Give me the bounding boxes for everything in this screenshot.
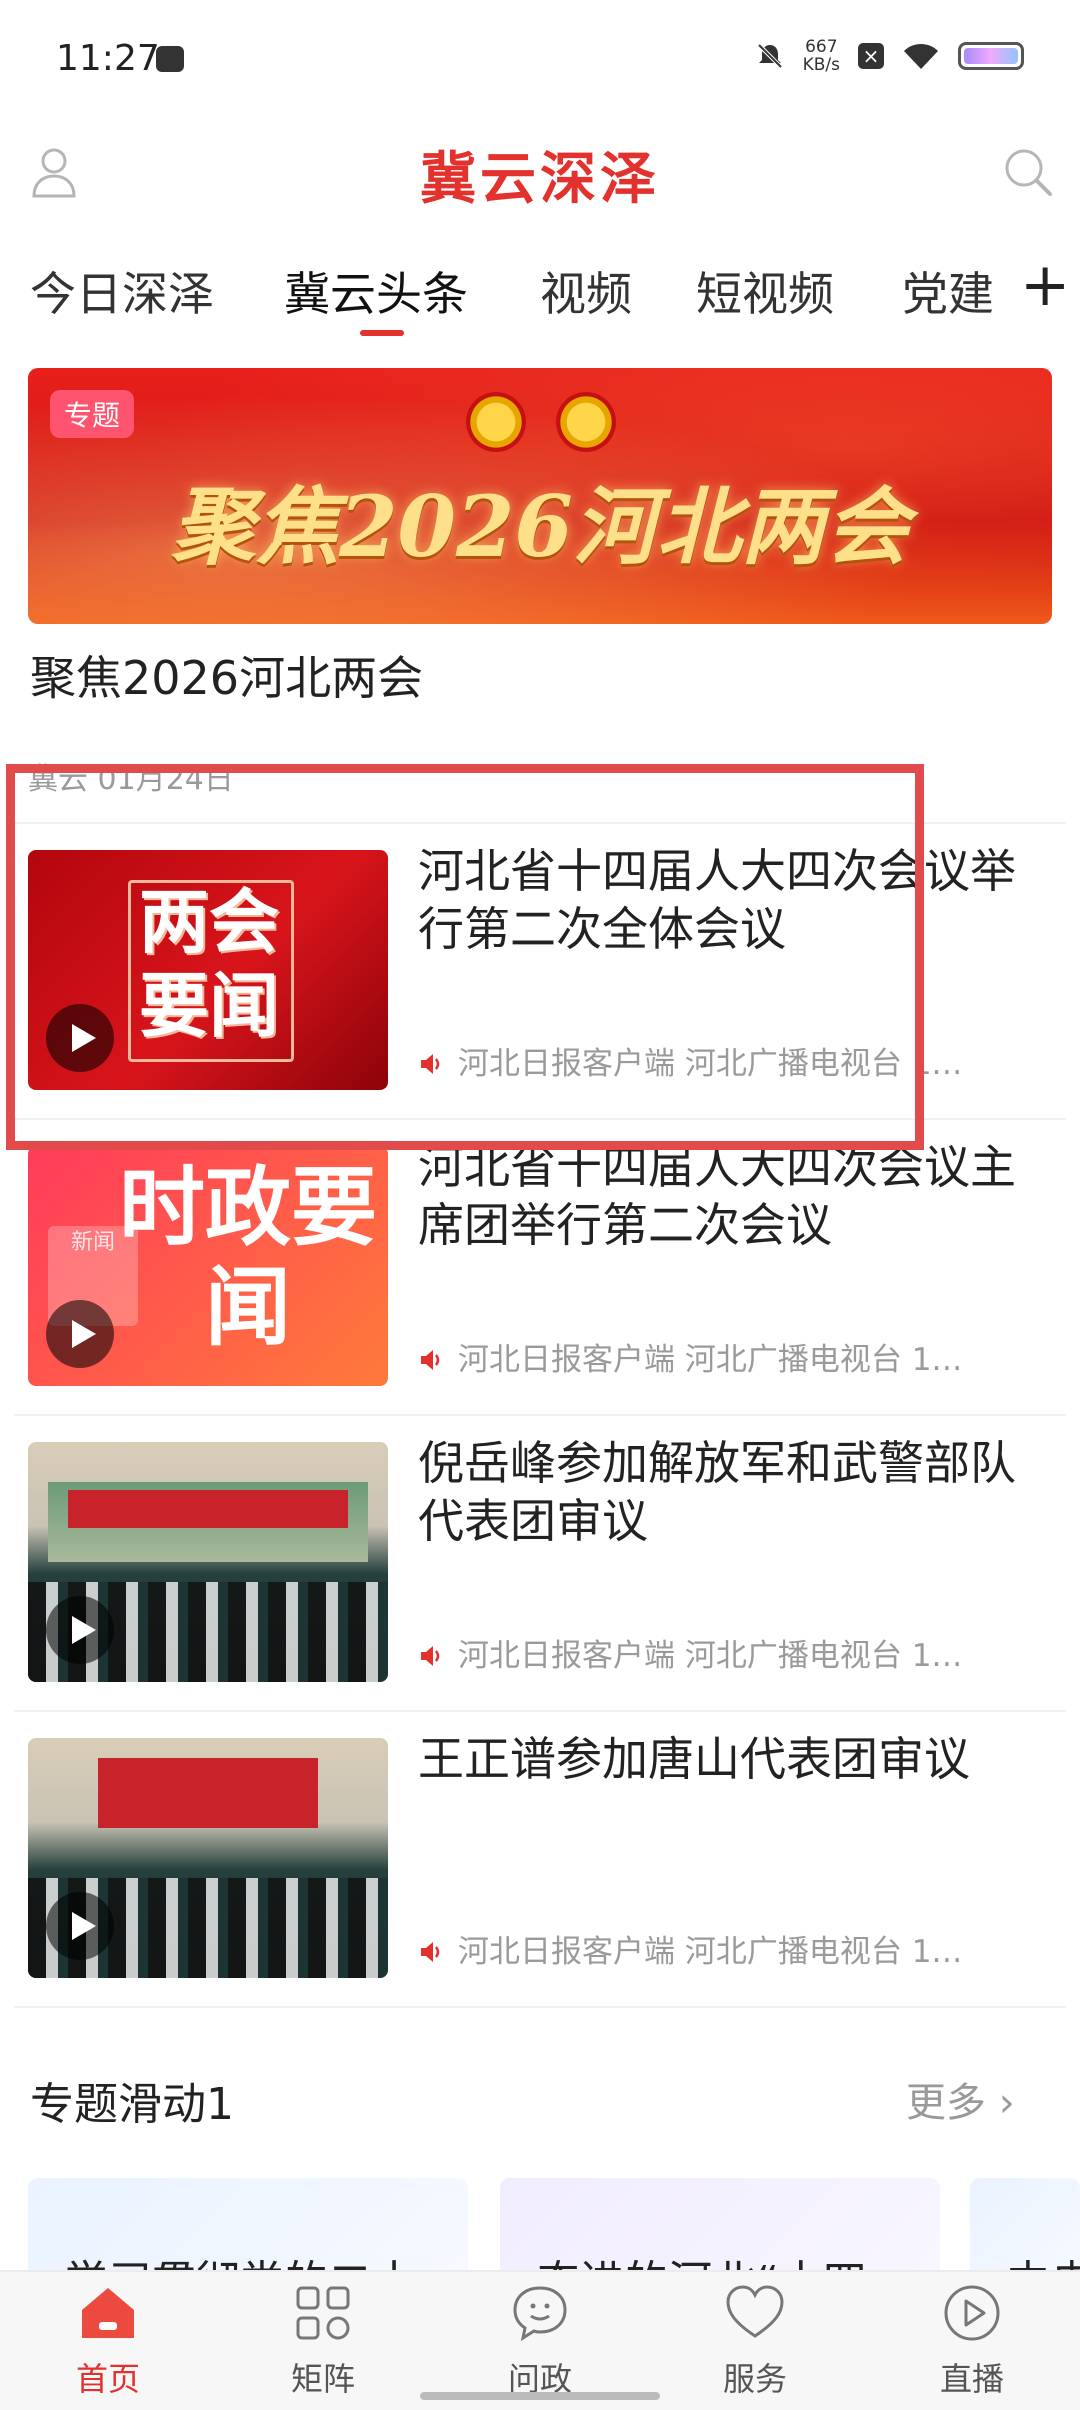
divider [14, 1414, 1066, 1416]
cppcc-emblem-icon [556, 392, 616, 452]
thumbnail-text: 时政要闻 [119, 1158, 377, 1358]
nav-label: 首页 [75, 2360, 140, 2398]
banner-image-text: 聚焦2026河北两会 [171, 477, 909, 576]
news-title: 王正谱参加唐山代表团审议 [418, 1732, 970, 1786]
highlight-box [6, 764, 924, 1150]
section-title: 专题滑动1 [30, 2079, 234, 2130]
speaker-icon [421, 1942, 440, 1962]
status-bar: 11:27 667 KB/s × [0, 0, 1080, 126]
status-time: 11:27 [56, 38, 160, 79]
tab-dangjian[interactable]: 党建 [902, 258, 994, 324]
heart-icon [726, 2285, 784, 2338]
news-meta: 河北日报客户端 河北广播电视台 1… [418, 1926, 1038, 1971]
status-icons: 667 KB/s × [755, 38, 1024, 74]
news-item[interactable]: 王正谱参加唐山代表团审议 河北日报客户端 河北广播电视台 1… [0, 1710, 1080, 2006]
divider [14, 1710, 1066, 1712]
network-speed-value: 667 [805, 37, 838, 57]
home-indicator[interactable] [420, 2392, 660, 2400]
network-speed-unit: KB/s [802, 55, 840, 75]
news-item[interactable]: 新闻 时政要闻 河北省十四届人大四次会议主席团举行第二次会议 河北日报客户端 河… [0, 1118, 1080, 1414]
home-icon [82, 2288, 134, 2338]
wifi-icon [904, 43, 938, 69]
close-box-icon: × [858, 43, 884, 69]
news-source: 河北日报客户端 河北广播电视台 1… [458, 1342, 963, 1378]
divider [14, 2006, 1066, 2008]
national-emblem-icon [466, 392, 526, 452]
app-title: 冀云深泽 [420, 147, 660, 212]
nav-service[interactable]: 服务 [695, 2282, 815, 2400]
battery-icon [958, 42, 1024, 70]
play-icon[interactable] [46, 1892, 114, 1960]
bottom-navigation: 首页 矩阵 问政 服务 直播 [0, 2270, 1080, 2410]
app-header: 冀云深泽 [0, 126, 1080, 226]
add-channel-icon[interactable]: + [1020, 250, 1070, 320]
news-meta: 河北日报客户端 河北广播电视台 1… [418, 1334, 1038, 1379]
news-thumbnail [28, 1442, 388, 1682]
news-title: 倪岳峰参加解放军和武警部队代表团审议 [418, 1436, 1016, 1548]
speaker-icon [421, 1646, 440, 1666]
nav-live[interactable]: 直播 [912, 2282, 1032, 2400]
topic-card[interactable]: 学习贯彻党的二十 [28, 2178, 468, 2278]
news-source: 河北日报客户端 河北广播电视台 1… [458, 1934, 963, 1970]
bell-muted-icon [757, 43, 783, 69]
tab-jinri-shenze[interactable]: 今日深泽 [30, 258, 214, 324]
search-icon[interactable] [1002, 146, 1054, 198]
active-tab-indicator [360, 330, 404, 336]
tab-jiyun-toutiao[interactable]: 冀云头条 [284, 258, 468, 324]
banner-title[interactable]: 聚焦2026河北两会 [30, 642, 423, 708]
topic-card[interactable]: 中央 [970, 2178, 1080, 2278]
news-meta: 河北日报客户端 河北广播电视台 1… [418, 1630, 1038, 1675]
thumbnail-stage-banner [98, 1758, 318, 1828]
news-source: 河北日报客户端 河北广播电视台 1… [458, 1638, 963, 1674]
tab-video[interactable]: 视频 [540, 258, 632, 324]
nav-home[interactable]: 首页 [48, 2282, 168, 2400]
nav-wenzheng[interactable]: 问政 [480, 2282, 600, 2400]
message-notification-icon [156, 46, 184, 72]
news-item[interactable]: 倪岳峰参加解放军和武警部队代表团审议 河北日报客户端 河北广播电视台 1… [0, 1414, 1080, 1710]
nav-label: 直播 [939, 2360, 1004, 2398]
topic-banner[interactable]: 专题 聚焦2026河北两会 [28, 368, 1052, 624]
nav-label: 矩阵 [290, 2360, 355, 2398]
topic-card[interactable]: 奋进的河北“十四 [500, 2178, 940, 2278]
speaker-icon [421, 1350, 440, 1370]
thumbnail-stage-banner [68, 1490, 348, 1528]
grid-icon [296, 2286, 350, 2340]
topic-tag: 专题 [50, 390, 135, 438]
news-title: 河北省十四届人大四次会议主席团举行第二次会议 [418, 1140, 1016, 1252]
tab-short-video[interactable]: 短视频 [696, 258, 834, 324]
nav-matrix[interactable]: 矩阵 [263, 2282, 383, 2400]
news-thumbnail [28, 1738, 388, 1978]
play-circle-icon [944, 2285, 1000, 2341]
play-icon[interactable] [46, 1300, 114, 1368]
play-icon[interactable] [46, 1596, 114, 1664]
news-thumbnail: 新闻 时政要闻 [28, 1146, 388, 1386]
nav-label: 服务 [722, 2360, 787, 2398]
chat-icon [513, 2286, 567, 2342]
network-speed: 667 KB/s [803, 38, 840, 74]
channel-tabs: 今日深泽 冀云头条 视频 短视频 党建 + [0, 250, 1080, 340]
more-link[interactable]: 更多 › [906, 2070, 1015, 2128]
